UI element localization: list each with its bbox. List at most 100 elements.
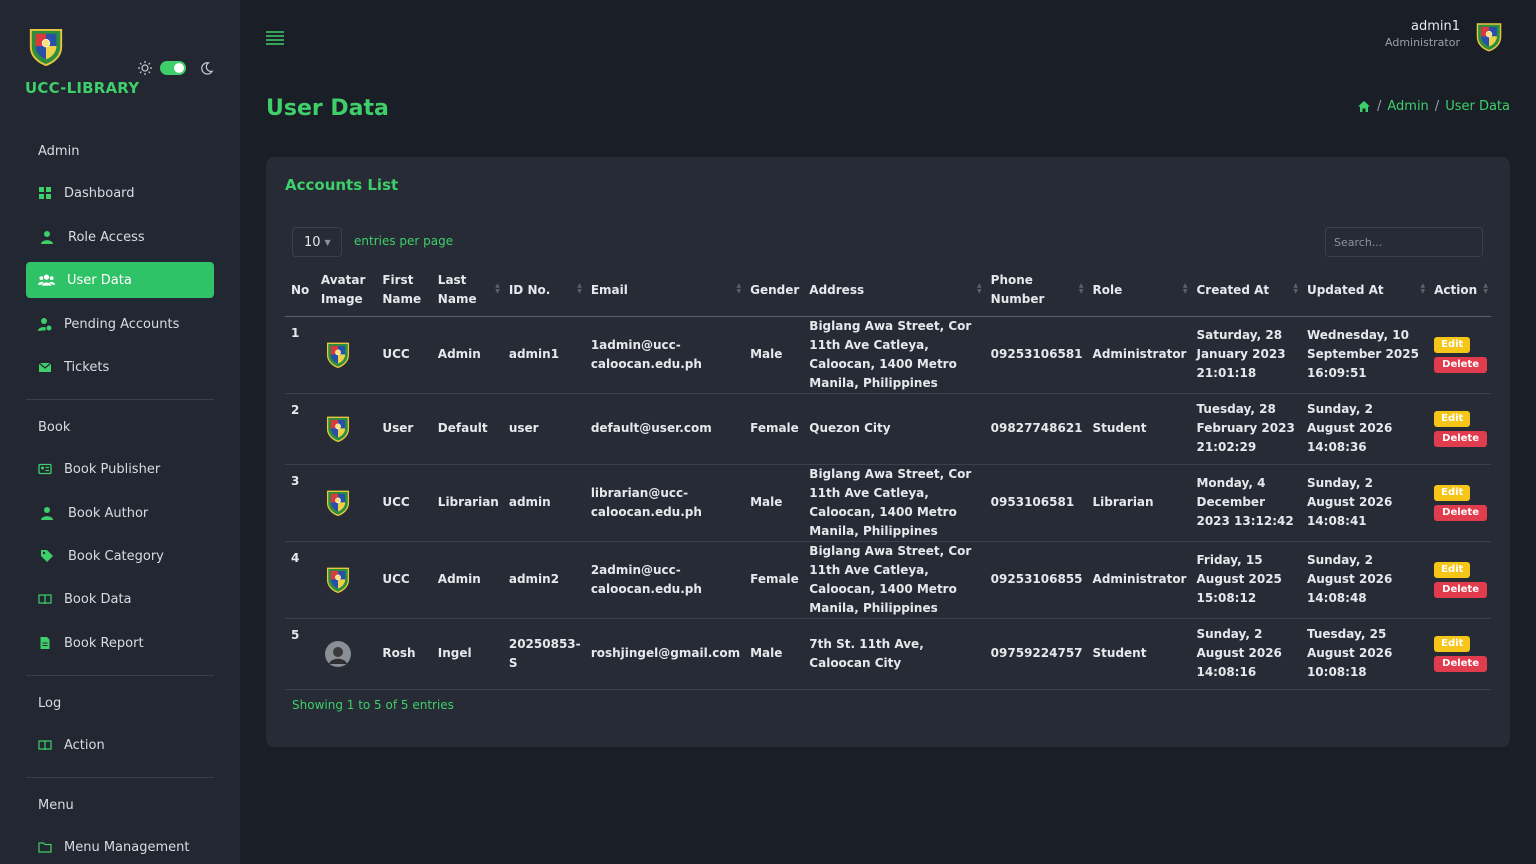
sidebar-item-action[interactable]: Action xyxy=(26,727,214,763)
column-header-created-at[interactable]: Created At ▲ ▼ xyxy=(1190,265,1301,317)
cell-id-no: admin xyxy=(502,464,585,542)
cell-updated-at: Sunday, 2 August 2026 14:08:36 xyxy=(1300,393,1429,465)
cell-address: Quezon City xyxy=(803,393,985,465)
column-header-address[interactable]: Address ▲ ▼ xyxy=(803,265,985,317)
delete-button[interactable]: Delete xyxy=(1434,655,1487,672)
sidebar-item-book-publisher[interactable]: Book Publisher xyxy=(26,451,214,487)
cell-first-name: UCC xyxy=(376,541,432,619)
cell-id-no: 20250853-S xyxy=(502,618,585,690)
cell-role: Librarian xyxy=(1086,464,1191,542)
sidebar-item-book-author[interactable]: Book Author xyxy=(26,495,214,531)
sidebar-item-label: Tickets xyxy=(64,359,110,375)
sidebar-item-book-category[interactable]: Book Category xyxy=(26,538,214,574)
sidebar-item-user-data[interactable]: User Data xyxy=(26,262,214,298)
brand-name[interactable]: UCC-LIBRARY xyxy=(25,79,139,97)
cell-gender: Male xyxy=(744,316,804,394)
sidebar-item-role-access[interactable]: Role Access xyxy=(26,219,214,255)
cell-role: Administrator xyxy=(1086,541,1191,619)
user-icon xyxy=(41,231,53,244)
cell-updated-at: Tuesday, 25 August 2026 10:08:18 xyxy=(1300,618,1429,690)
delete-button[interactable]: Delete xyxy=(1434,504,1487,521)
breadcrumb-separator: / xyxy=(1376,99,1382,114)
breadcrumb-admin[interactable]: Admin xyxy=(1387,99,1428,114)
dark-mode-toggle[interactable] xyxy=(160,61,186,75)
cell-created-at: Friday, 15 August 2025 15:08:12 xyxy=(1190,541,1301,619)
cell-no: 3 xyxy=(285,464,315,542)
cell-updated-at: Wednesday, 10 September 2025 16:09:51 xyxy=(1300,316,1429,394)
sidebar-item-book-report[interactable]: Book Report xyxy=(26,625,214,661)
column-header-updated-at[interactable]: Updated At ▲ ▼ xyxy=(1300,265,1429,317)
edit-button[interactable]: Edit xyxy=(1434,336,1471,353)
edit-button[interactable]: Edit xyxy=(1434,635,1471,652)
accounts-table: No Avatar Image First Name Last Name ▲ ▼ I… xyxy=(285,265,1491,690)
dashboard-icon xyxy=(39,187,51,199)
column-header-no[interactable]: No xyxy=(285,265,315,317)
edit-button[interactable]: Edit xyxy=(1434,410,1471,427)
cell-id-no: admin1 xyxy=(502,316,585,394)
cell-phone: 0953106581 xyxy=(984,464,1087,542)
cell-email: librarian@ucc-caloocan.edu.ph xyxy=(584,464,745,542)
entries-per-page-select[interactable]: 10 ▼ xyxy=(292,227,342,257)
cell-updated-at: Sunday, 2 August 2026 14:08:41 xyxy=(1300,464,1429,542)
sidebar-item-label: Role Access xyxy=(68,229,145,245)
cell-action: Edit Delete xyxy=(1428,316,1491,394)
sidebar-item-label: Book Category xyxy=(68,548,164,564)
cell-phone: 09759224757 xyxy=(984,618,1087,690)
column-header-avatar[interactable]: Avatar Image xyxy=(314,265,377,317)
table-row: 1 UCC Admin admin1 1admin@ucc-caloocan.e… xyxy=(285,316,1491,394)
cell-first-name: UCC xyxy=(376,316,432,394)
column-header-last-name[interactable]: Last Name ▲ ▼ xyxy=(431,265,503,317)
cell-no: 4 xyxy=(285,541,315,619)
search-input[interactable] xyxy=(1325,227,1483,257)
sidebar-divider xyxy=(26,399,214,400)
avatar-crest xyxy=(325,342,351,368)
cell-address: Biglang Awa Street, Cor 11th Ave Catleya… xyxy=(803,464,985,542)
cell-avatar xyxy=(314,393,377,465)
ucc-logo[interactable] xyxy=(28,28,64,66)
home-icon[interactable] xyxy=(1357,100,1371,113)
per-page-value: 10 xyxy=(304,234,321,250)
column-header-action[interactable]: Action ▲ ▼ xyxy=(1428,265,1491,317)
sidebar-item-pending-accounts[interactable]: Pending Accounts xyxy=(26,306,214,342)
sidebar-item-menu-management[interactable]: Menu Management xyxy=(26,829,214,864)
sidebar-item-dashboard[interactable]: Dashboard xyxy=(26,175,214,211)
column-header-gender[interactable]: Gender xyxy=(744,265,804,317)
sidebar: UCC-LIBRARY Admin Dashboard Role Access … xyxy=(0,0,240,864)
breadcrumb-user-data: User Data xyxy=(1445,99,1510,114)
cell-updated-at: Sunday, 2 August 2026 14:08:48 xyxy=(1300,541,1429,619)
edit-button[interactable]: Edit xyxy=(1434,561,1471,578)
cell-last-name: Admin xyxy=(431,541,503,619)
cell-created-at: Saturday, 28 January 2023 21:01:18 xyxy=(1190,316,1301,394)
card-title: Accounts List xyxy=(285,176,399,194)
sidebar-item-book-data[interactable]: Book Data xyxy=(26,581,214,617)
cell-first-name: User xyxy=(376,393,432,465)
cell-last-name: Admin xyxy=(431,316,503,394)
file-icon xyxy=(40,637,50,649)
sidebar-item-label: Book Author xyxy=(68,505,149,521)
cell-action: Edit Delete xyxy=(1428,541,1491,619)
column-header-first-name[interactable]: First Name xyxy=(376,265,432,317)
delete-button[interactable]: Delete xyxy=(1434,356,1487,373)
table-row: 2 User Default user default@user.com Fem… xyxy=(285,393,1491,465)
cell-address: Biglang Awa Street, Cor 11th Ave Catleya… xyxy=(803,541,985,619)
user-avatar[interactable] xyxy=(1476,22,1502,52)
id-card-icon xyxy=(38,463,52,475)
column-header-role[interactable]: Role ▲ ▼ xyxy=(1086,265,1191,317)
user-clock-icon xyxy=(38,318,52,331)
cell-role: Student xyxy=(1086,393,1191,465)
cell-phone: 09827748621 xyxy=(984,393,1087,465)
cell-role: Student xyxy=(1086,618,1191,690)
avatar-crest xyxy=(325,567,351,593)
edit-button[interactable]: Edit xyxy=(1434,484,1471,501)
user-info[interactable]: admin1 Administrator xyxy=(1385,19,1460,49)
column-header-id-no[interactable]: ID No. ▲ ▼ xyxy=(502,265,585,317)
delete-button[interactable]: Delete xyxy=(1434,430,1487,447)
book-open-icon xyxy=(38,594,52,605)
column-header-email[interactable]: Email ▲ ▼ xyxy=(584,265,745,317)
delete-button[interactable]: Delete xyxy=(1434,581,1487,598)
sidebar-item-tickets[interactable]: Tickets xyxy=(26,349,214,385)
column-header-phone[interactable]: Phone Number ▲ ▼ xyxy=(984,265,1087,317)
user-role: Administrator xyxy=(1385,36,1460,49)
hamburger-menu-icon[interactable] xyxy=(266,30,284,46)
cell-action: Edit Delete xyxy=(1428,464,1491,542)
